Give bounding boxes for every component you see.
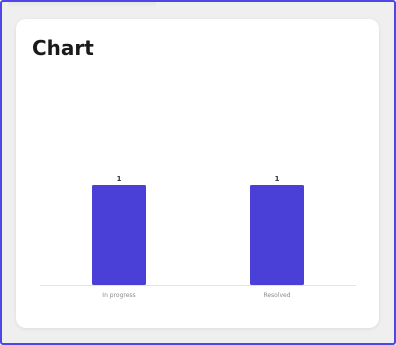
window-frame: Chart 1 In progress 1 Resolved bbox=[0, 0, 396, 345]
card-title: Chart bbox=[32, 36, 94, 60]
x-tick-label-0: In progress bbox=[102, 292, 135, 299]
chart-card: Chart 1 In progress 1 Resolved bbox=[16, 19, 379, 328]
data-label-0: 1 bbox=[117, 175, 122, 183]
bar-1[interactable] bbox=[250, 185, 304, 285]
chart-svg: 1 In progress 1 Resolved bbox=[40, 175, 356, 299]
bar-chart: 1 In progress 1 Resolved bbox=[40, 169, 356, 309]
data-label-1: 1 bbox=[275, 175, 280, 183]
x-tick-label-1: Resolved bbox=[263, 292, 290, 299]
top-edge-shadow bbox=[8, 2, 156, 8]
bar-0[interactable] bbox=[92, 185, 146, 285]
